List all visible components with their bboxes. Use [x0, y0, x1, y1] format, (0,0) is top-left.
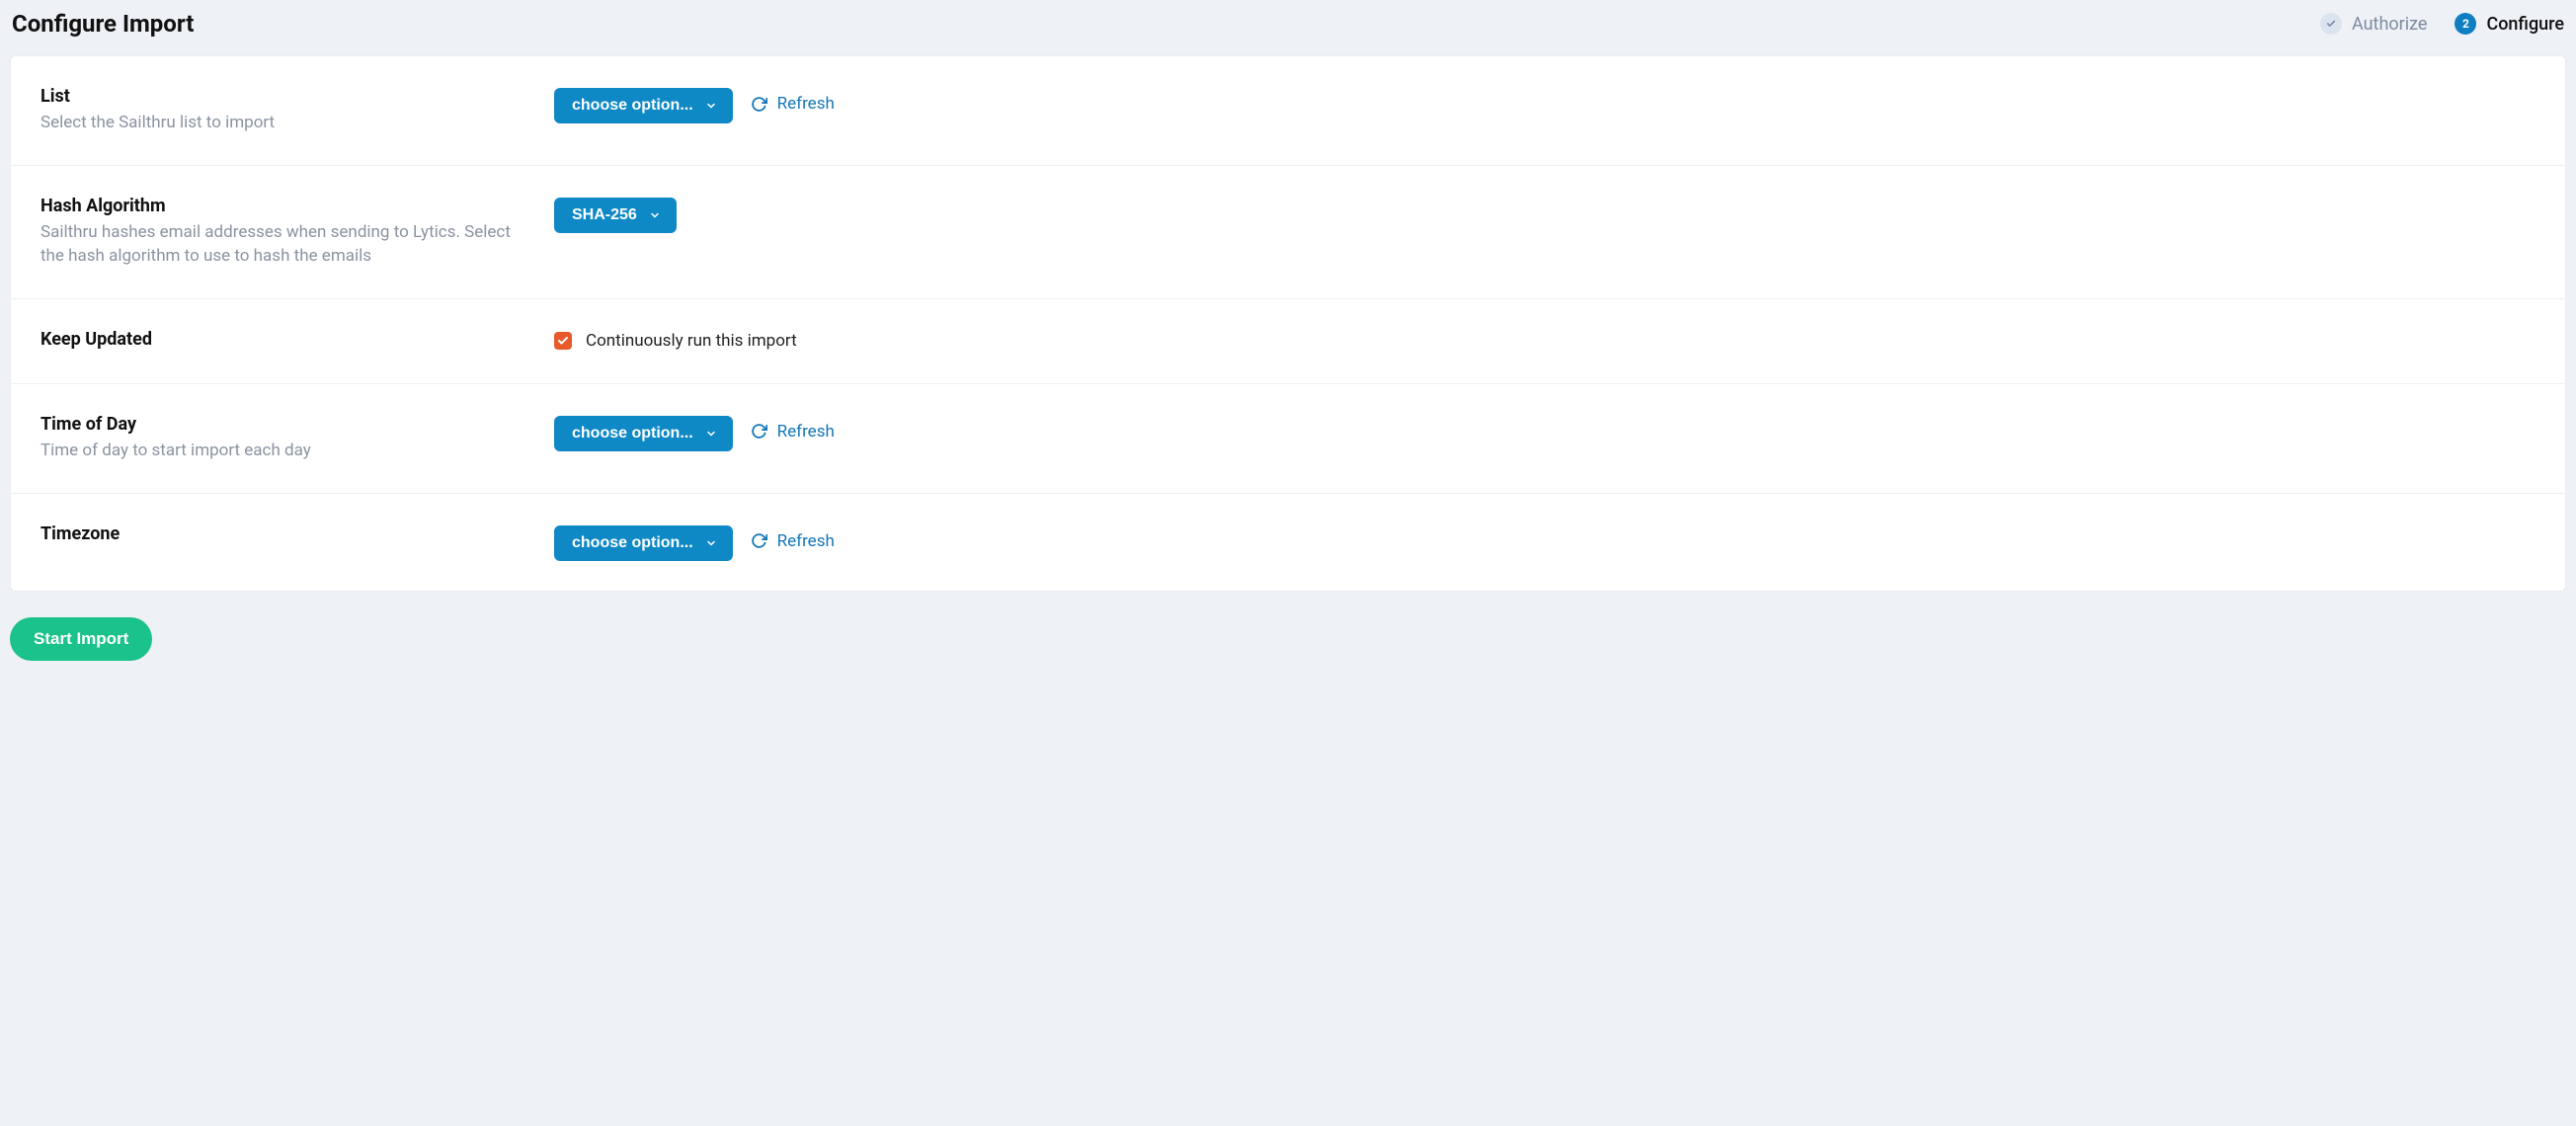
- field-title: Hash Algorithm: [40, 196, 534, 216]
- keep-updated-checkbox-wrap[interactable]: Continuously run this import: [554, 331, 797, 351]
- list-refresh-link[interactable]: Refresh: [751, 88, 835, 114]
- row-keep-updated: Keep Updated Continuously run this impor…: [11, 299, 2565, 384]
- field-label-col: List Select the Sailthru list to import: [40, 86, 554, 135]
- select-value: choose option...: [572, 425, 693, 442]
- check-icon: [557, 335, 569, 347]
- field-label-col: Timezone: [40, 523, 554, 561]
- step-configure[interactable]: 2 Configure: [2455, 13, 2564, 35]
- field-desc: Time of day to start import each day: [40, 439, 534, 463]
- select-value: choose option...: [572, 97, 693, 115]
- field-desc: Select the Sailthru list to import: [40, 111, 534, 135]
- config-card: List Select the Sailthru list to import …: [10, 55, 2566, 592]
- field-control-col: SHA-256: [554, 196, 2536, 269]
- field-label-col: Time of Day Time of day to start import …: [40, 414, 554, 463]
- refresh-label: Refresh: [777, 422, 835, 442]
- row-hash-algorithm: Hash Algorithm Sailthru hashes email add…: [11, 166, 2565, 299]
- field-label-col: Keep Updated: [40, 329, 554, 354]
- row-list: List Select the Sailthru list to import …: [11, 56, 2565, 166]
- stepper: Authorize 2 Configure: [2320, 13, 2564, 35]
- field-control-col: choose option... Refresh: [554, 86, 2536, 135]
- checkbox-label: Continuously run this import: [586, 331, 797, 351]
- row-timezone: Timezone choose option... Refresh: [11, 494, 2565, 591]
- refresh-label: Refresh: [777, 531, 835, 551]
- refresh-icon: [751, 532, 767, 549]
- step-label: Authorize: [2352, 14, 2427, 35]
- chevron-down-icon: [705, 100, 717, 112]
- start-import-button[interactable]: Start Import: [10, 617, 152, 661]
- page-title: Configure Import: [12, 10, 194, 38]
- refresh-icon: [751, 423, 767, 440]
- select-value: choose option...: [572, 534, 693, 552]
- hash-select[interactable]: SHA-256: [554, 198, 677, 233]
- refresh-label: Refresh: [777, 94, 835, 114]
- check-icon: [2320, 13, 2342, 35]
- select-value: SHA-256: [572, 206, 637, 224]
- chevron-down-icon: [649, 209, 661, 221]
- page-header: Configure Import Authorize 2 Configure: [0, 0, 2576, 55]
- field-desc: Sailthru hashes email addresses when sen…: [40, 220, 534, 269]
- field-title: Time of Day: [40, 414, 534, 435]
- field-control-col: choose option... Refresh: [554, 523, 2536, 561]
- field-control-col: choose option... Refresh: [554, 414, 2536, 463]
- list-select[interactable]: choose option...: [554, 88, 733, 123]
- chevron-down-icon: [705, 537, 717, 549]
- keep-updated-checkbox[interactable]: [554, 332, 572, 350]
- step-authorize[interactable]: Authorize: [2320, 13, 2427, 35]
- time-of-day-select[interactable]: choose option...: [554, 416, 733, 451]
- time-of-day-refresh-link[interactable]: Refresh: [751, 416, 835, 442]
- timezone-select[interactable]: choose option...: [554, 525, 733, 561]
- footer: Start Import: [0, 592, 2576, 661]
- refresh-icon: [751, 96, 767, 113]
- field-title: Timezone: [40, 523, 534, 544]
- field-label-col: Hash Algorithm Sailthru hashes email add…: [40, 196, 554, 269]
- field-control-col: Continuously run this import: [554, 329, 2536, 354]
- chevron-down-icon: [705, 428, 717, 440]
- field-title: Keep Updated: [40, 329, 534, 350]
- step-label: Configure: [2486, 14, 2564, 35]
- step-number-badge: 2: [2455, 13, 2476, 35]
- timezone-refresh-link[interactable]: Refresh: [751, 525, 835, 551]
- row-time-of-day: Time of Day Time of day to start import …: [11, 384, 2565, 494]
- field-title: List: [40, 86, 534, 107]
